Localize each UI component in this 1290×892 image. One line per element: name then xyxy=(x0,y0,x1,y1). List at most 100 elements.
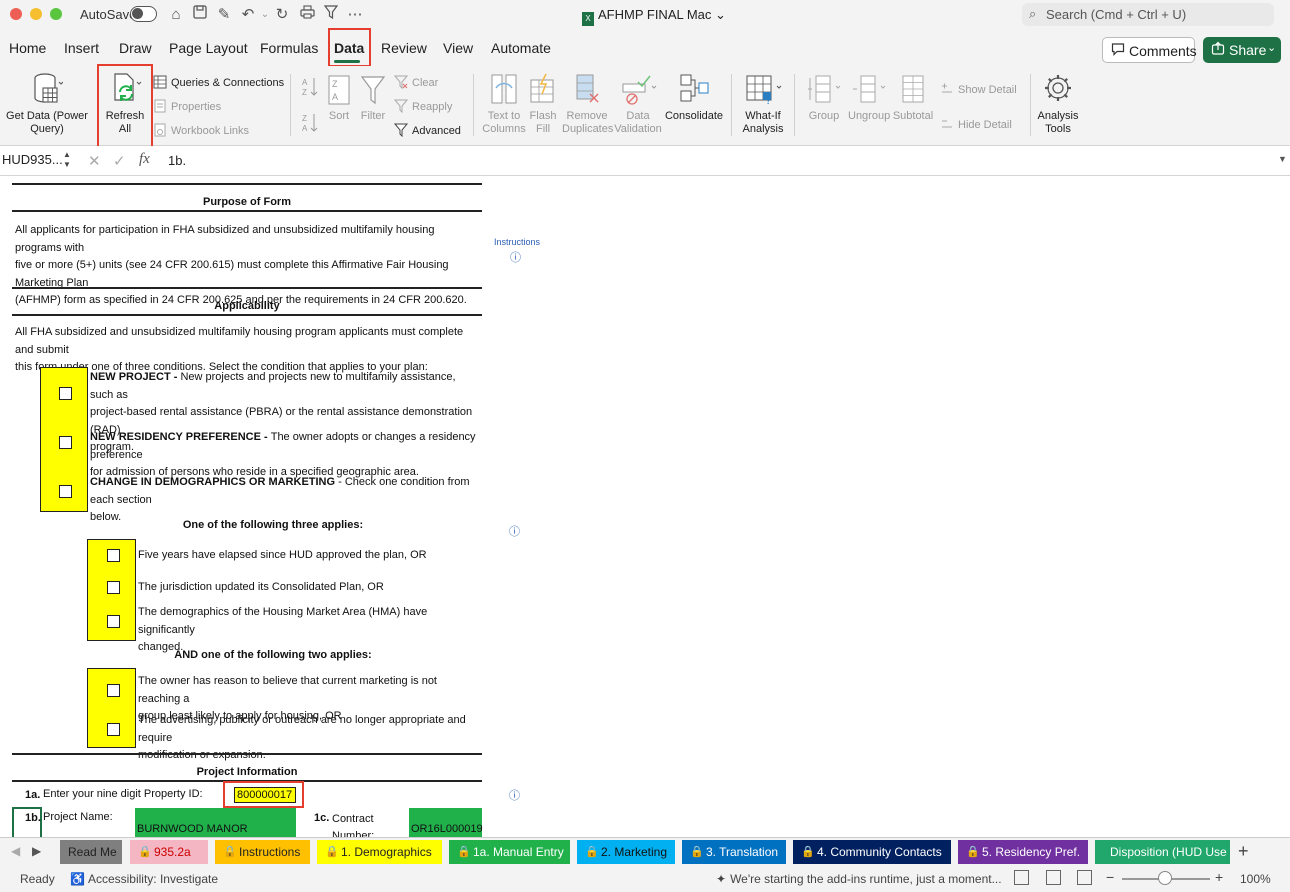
ribbon-data: Get Data (Power Query) Refresh All Queri… xyxy=(0,66,1290,146)
hide-detail-button[interactable]: Hide Detail xyxy=(940,117,1012,131)
maximize-window-button[interactable] xyxy=(50,8,62,20)
autosave-toggle[interactable] xyxy=(130,6,157,22)
new-project-checkbox[interactable] xyxy=(59,387,72,400)
excel-file-icon: X xyxy=(582,12,594,26)
contract-number-input[interactable]: OR16L000019 xyxy=(409,808,483,837)
expand-formula-bar-icon[interactable]: ▼ xyxy=(1278,154,1287,164)
formula-input[interactable]: 1b. xyxy=(168,153,186,168)
tab-page-layout[interactable]: Page Layout xyxy=(169,40,248,56)
tab-home[interactable]: Home xyxy=(9,40,46,56)
sheet-tab-translation[interactable]: 🔒 3. Translation xyxy=(682,840,786,864)
properties-button[interactable]: Properties xyxy=(153,99,221,113)
get-data-button[interactable]: Get Data (Power Query) xyxy=(6,72,88,136)
accessibility-status[interactable]: ♿ Accessibility: Investigate xyxy=(70,872,218,886)
reapply-button[interactable]: Reapply xyxy=(393,99,452,114)
group-button[interactable]: Group xyxy=(804,72,844,123)
sheet-tab-residency-pref[interactable]: 🔒 5. Residency Pref. xyxy=(958,840,1088,864)
minimize-window-button[interactable] xyxy=(30,8,42,20)
data-validation-button[interactable]: Data Validation xyxy=(614,72,662,136)
hide-detail-icon xyxy=(940,117,954,131)
lock-icon: 🔒 xyxy=(690,846,704,858)
refresh-all-annotation-box xyxy=(97,64,153,149)
zoom-out-icon[interactable]: − xyxy=(1106,869,1114,885)
sort-za-button[interactable]: ZA xyxy=(300,112,320,134)
share-button[interactable]: Share ⌄ xyxy=(1203,37,1281,63)
sheet-tab-manual-entry[interactable]: 🔒 1a. Manual Entry xyxy=(449,840,570,864)
filter-qat-icon[interactable] xyxy=(321,5,341,25)
next-sheet-icon[interactable]: ▶ xyxy=(32,844,41,858)
project-name-input[interactable]: BURNWOOD MANOR xyxy=(135,808,296,837)
sheet-tab-instructions[interactable]: 🔒 Instructions xyxy=(215,840,310,864)
worksheet-grid[interactable]: Purpose of Form All applicants for parti… xyxy=(0,177,1290,837)
clear-filter-button[interactable]: Clear xyxy=(393,75,438,90)
remove-duplicates-button[interactable]: Remove Duplicates xyxy=(562,72,613,136)
sort-az-button[interactable]: AZ xyxy=(300,76,320,98)
sheet-tab-read-me[interactable]: Read Me xyxy=(60,840,122,864)
marketing-not-reaching-checkbox[interactable] xyxy=(107,684,120,697)
sheet-tab-demographics[interactable]: 🔒 1. Demographics xyxy=(317,840,442,864)
zoom-slider-handle[interactable] xyxy=(1158,871,1172,885)
confirm-entry-icon[interactable]: ✓ xyxy=(113,152,126,170)
sort-button[interactable]: ZA Sort xyxy=(326,74,352,123)
close-window-button[interactable] xyxy=(10,8,22,20)
redo-icon[interactable]: ↻ xyxy=(272,5,292,25)
comments-button[interactable]: Comments xyxy=(1102,37,1197,63)
advanced-filter-button[interactable]: Advanced xyxy=(393,123,461,138)
zoom-in-icon[interactable]: + xyxy=(1215,869,1223,885)
flash-fill-button[interactable]: Flash Fill xyxy=(528,72,558,136)
save-icon[interactable] xyxy=(190,5,210,25)
tab-insert[interactable]: Insert xyxy=(64,40,99,56)
insert-function-icon[interactable]: fx xyxy=(139,151,150,168)
edit-icon[interactable]: ✎ xyxy=(214,5,234,25)
filter-button[interactable]: Filter xyxy=(358,74,388,123)
what-if-analysis-button[interactable]: ? What-If Analysis xyxy=(740,72,786,136)
tab-view[interactable]: View xyxy=(443,40,473,56)
queries-connections-button[interactable]: Queries & Connections xyxy=(153,75,284,89)
info-icon[interactable]: ⓘ xyxy=(509,787,520,803)
filter-icon xyxy=(360,76,386,105)
add-sheet-icon[interactable]: + xyxy=(1238,841,1249,862)
instructions-link[interactable]: Instructions xyxy=(494,237,540,247)
analysis-tools-button[interactable]: Analysis Tools xyxy=(1036,72,1080,136)
tab-review[interactable]: Review xyxy=(381,40,427,56)
page-break-view-icon[interactable] xyxy=(1077,870,1092,885)
print-icon[interactable] xyxy=(297,5,317,25)
share-icon xyxy=(1211,41,1225,58)
ungroup-button[interactable]: Ungroup xyxy=(848,72,890,123)
svg-text:A: A xyxy=(332,92,338,102)
sheet-tab-marketing[interactable]: 🔒 2. Marketing xyxy=(577,840,675,864)
more-commands-icon[interactable]: ⋯ xyxy=(345,5,365,25)
name-box[interactable]: HUD935... xyxy=(2,152,63,167)
item-1c-number: 1c. xyxy=(314,812,330,824)
consolidated-plan-checkbox[interactable] xyxy=(107,581,120,594)
new-residency-checkbox[interactable] xyxy=(59,436,72,449)
page-layout-view-icon[interactable] xyxy=(1046,870,1061,885)
tab-automate[interactable]: Automate xyxy=(491,40,551,56)
tab-formulas[interactable]: Formulas xyxy=(260,40,318,56)
item-1b-number: 1b. xyxy=(25,812,41,824)
consolidate-button[interactable]: Consolidate xyxy=(664,72,724,123)
document-title[interactable]: X AFHMP FINAL Mac ⌄ xyxy=(582,7,726,26)
change-demographics-checkbox[interactable] xyxy=(59,485,72,498)
workbook-links-button[interactable]: Workbook Links xyxy=(153,123,249,137)
home-icon[interactable]: ⌂ xyxy=(166,5,186,25)
name-box-stepper-icon[interactable]: ▲ ▼ xyxy=(63,150,71,170)
sheet-tab-community-contacts[interactable]: 🔒 4. Community Contacts xyxy=(793,840,951,864)
database-icon xyxy=(34,73,63,103)
show-detail-button[interactable]: Show Detail xyxy=(940,82,1017,96)
five-years-checkbox[interactable] xyxy=(107,549,120,562)
previous-sheet-icon[interactable]: ◀ xyxy=(11,844,20,858)
outreach-not-appropriate-checkbox[interactable] xyxy=(107,723,120,736)
hma-changed-checkbox[interactable] xyxy=(107,615,120,628)
info-icon[interactable]: ⓘ xyxy=(510,249,521,265)
normal-view-icon[interactable] xyxy=(1014,870,1029,885)
property-id-annotation-box xyxy=(223,781,304,808)
search-input[interactable]: ⌕ Search (Cmd + Ctrl + U) xyxy=(1022,3,1274,26)
info-icon[interactable]: ⓘ xyxy=(509,523,520,539)
sheet-tab-disposition[interactable]: Disposition (HUD Use Only) xyxy=(1095,840,1230,864)
cancel-entry-icon[interactable]: ✕ xyxy=(88,152,101,170)
tab-draw[interactable]: Draw xyxy=(119,40,152,56)
text-to-columns-button[interactable]: Text to Columns xyxy=(481,72,527,136)
sheet-tab-935-2a[interactable]: 🔒 935.2a xyxy=(130,840,208,864)
subtotal-button[interactable]: Subtotal xyxy=(892,72,934,123)
